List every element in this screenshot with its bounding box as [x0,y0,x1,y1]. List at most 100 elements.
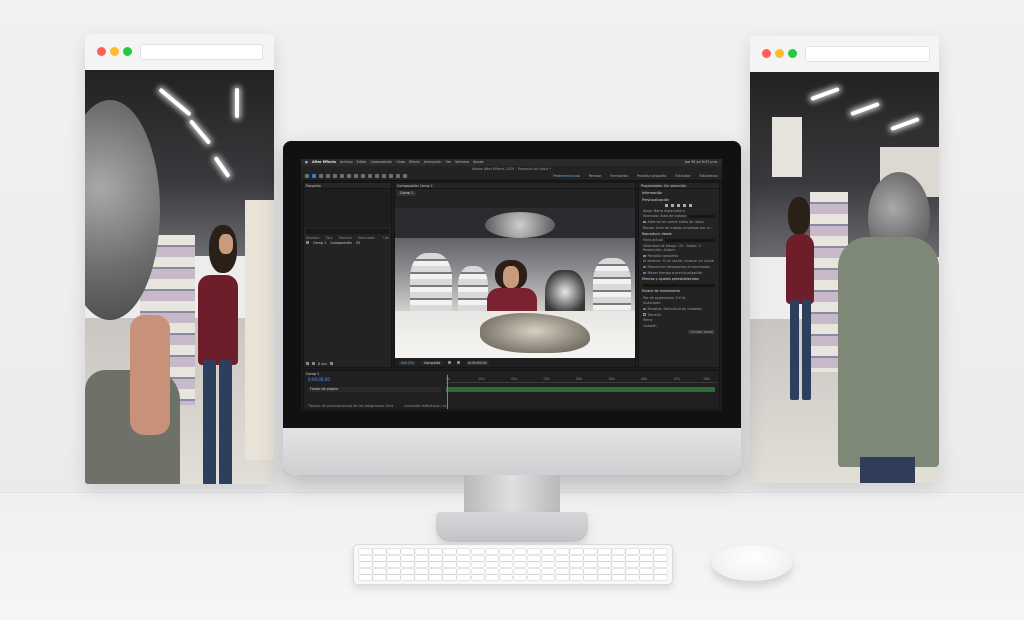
quality-dropdown[interactable]: Completa [421,360,443,365]
workspace-pantalla-pequena[interactable]: Pantalla pequeña [637,174,666,178]
minimize-dot-icon[interactable] [110,47,119,56]
menu-composicion[interactable]: Composición [371,160,393,164]
close-dot-icon[interactable] [97,47,106,56]
menu-ventana[interactable]: Ventana [455,160,469,164]
brush-tool-icon[interactable] [375,174,379,178]
maximize-dot-icon[interactable] [788,49,797,58]
interpret-footage-icon[interactable] [306,362,309,366]
prev-frame-icon[interactable] [671,203,674,207]
layer-duration-bar[interactable] [446,387,715,392]
new-folder-icon[interactable] [312,362,315,366]
tools-toolbar: Predeterminado Revisar Formación Pantall… [301,172,722,181]
pan-tool-icon[interactable] [347,174,351,178]
eraser-tool-icon[interactable] [389,174,393,178]
timeline-layer-row[interactable]: Fondo de página [308,387,441,392]
bpc-label[interactable]: 8 bpc [318,362,327,366]
keyboard-key [584,575,597,580]
apple-icon[interactable]: ● [305,160,308,164]
show-channel-icon[interactable] [457,361,461,364]
workspace-predeterminado[interactable]: Predeterminado [553,174,580,178]
play-icon[interactable] [677,203,680,207]
keyboard-key [373,568,386,574]
keyboard-key [485,549,499,554]
on-stop-field[interactable]: Al detener: Si se caché, mostrar en cach… [639,259,719,265]
keyboard-key [626,575,639,580]
menu-archivo[interactable]: Archivo [340,160,353,164]
workspace-revisar[interactable]: Revisar [589,174,601,178]
workspace-formacion[interactable]: Formación [610,174,628,178]
trash-icon[interactable] [330,362,334,366]
workspace-estandar[interactable]: Estándar [675,174,690,178]
camera-snapshot-icon[interactable] [448,361,452,364]
hand-tool-icon[interactable] [319,174,323,178]
selection-tool-icon[interactable] [312,174,316,178]
camera-tool-icon[interactable] [340,174,344,178]
col-ubi[interactable]: Ubi [383,236,389,240]
keyboard-key [513,555,527,561]
puppet-tool-icon[interactable] [403,174,407,178]
project-item-row[interactable]: Comp 1 Composición 25 [304,240,391,246]
clone-tool-icon[interactable] [382,174,386,178]
section-informacion[interactable]: Información [639,189,719,196]
right-address-bar[interactable] [805,46,930,62]
keyboard-key [415,549,428,554]
menu-editar[interactable]: Editar [357,160,367,164]
menu-app[interactable]: After Effects [312,160,336,164]
toggle-switches-button[interactable]: Conmutar definitivos / m... [404,404,449,408]
composition-panel-title[interactable]: Composición Comp 1 [395,183,635,189]
col-nombre[interactable]: Nombre [306,236,319,240]
minimize-dot-icon[interactable] [775,49,784,58]
keyboard-key [373,555,386,561]
section-reproducir-desde[interactable]: Reproducir desde [639,230,719,237]
roto-tool-icon[interactable] [396,174,400,178]
keyboard-key [485,568,499,574]
maximize-dot-icon[interactable] [123,47,132,56]
imac-stand-foot [436,512,588,542]
keyboard-key [373,549,386,554]
menu-capa[interactable]: Capa [396,160,405,164]
menu-efecto[interactable]: Efecto [409,160,420,164]
last-frame-icon[interactable] [689,203,692,207]
menu-animacion[interactable]: Animación [424,160,442,164]
keyboard-key [598,555,611,561]
left-address-bar[interactable] [140,44,263,60]
cached-frames-checkbox[interactable]: Reproducir fotogramas almacenados [639,264,719,270]
menu-ayuda[interactable]: Ayuda [473,160,483,164]
tick-label: 04s [576,377,583,381]
comp-tab[interactable]: Comp 1 [397,191,417,196]
timeline-timecode[interactable]: 0;00;00;00 [308,377,330,383]
keyboard-key [598,568,611,574]
zoom-tool-icon[interactable] [326,174,330,178]
hide-panel-button[interactable]: Ocultar panel [639,329,719,335]
type-tool-icon[interactable] [368,174,372,178]
keyboard-key [527,555,541,561]
first-frame-icon[interactable] [665,203,668,207]
zoom-dropdown[interactable]: Oct (%) [399,360,416,365]
project-search-input[interactable] [306,229,389,234]
keyboard-key [401,549,414,554]
next-frame-icon[interactable] [683,203,686,207]
workspace-bibliotecas[interactable]: Bibliotecas [699,174,718,178]
col-tipo[interactable]: Tipo [325,236,332,240]
keyboard-key [570,575,583,580]
col-tamano[interactable]: Tamaño [339,236,352,240]
section-enlace-movimiento[interactable]: Enlace de movimiento [639,288,719,295]
mask-tool-icon[interactable] [354,174,358,178]
composition-viewer[interactable] [395,208,635,359]
viewer-timecode[interactable]: 0;00;00;00 [466,360,489,365]
keyboard-key [541,568,555,574]
col-velocidad[interactable]: Velocidad... [358,236,378,240]
section-efectos[interactable]: Efectos y ajustes preestablecidos [639,276,719,283]
range-field[interactable]: Rango: Área de trabajo ampliada por vi..… [639,225,719,231]
pen-tool-icon[interactable] [361,174,365,178]
fps-fields[interactable]: Velocidad de fotogr.: 25 · Saltar: 0 · R… [639,243,719,253]
keyboard-key [373,575,386,580]
keyboard-key [415,568,428,574]
section-previsualizacion[interactable]: Previsualización [639,196,719,203]
timeline-tab[interactable]: Comp 1 [306,372,319,376]
close-dot-icon[interactable] [762,49,771,58]
menu-ver[interactable]: Ver [446,160,452,164]
rotate-tool-icon[interactable] [333,174,337,178]
time-ruler[interactable]: 0s 01s 02s 03s 04s 05s 06s 07s 08s [446,377,717,383]
home-tool-icon[interactable] [305,174,309,178]
